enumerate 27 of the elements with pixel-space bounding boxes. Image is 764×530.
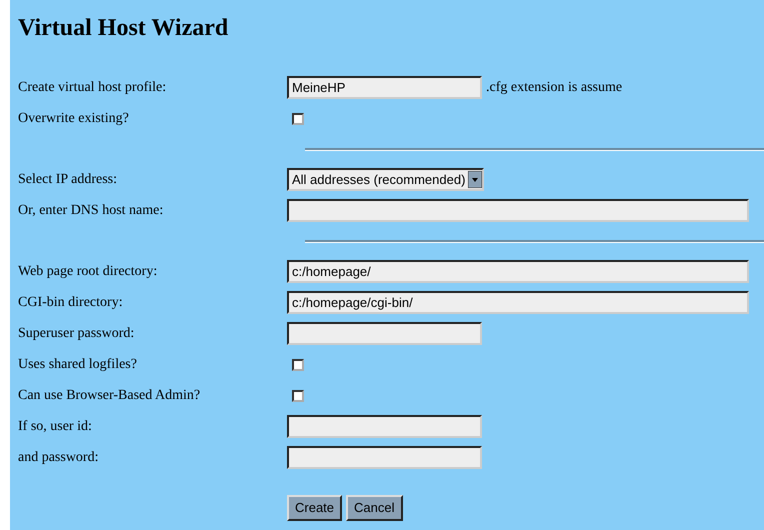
form-button[interactable]: Cancel: [346, 495, 402, 521]
field-label: Or, enter DNS host name:: [18, 202, 164, 220]
text-field[interactable]: [287, 446, 482, 469]
field-label: Select IP address:: [18, 171, 118, 189]
field-label: Can use Browser-Based Admin?: [18, 387, 202, 405]
field-label: Create virtual host profile:: [18, 79, 168, 97]
form-button[interactable]: Create: [287, 495, 342, 521]
ip-address-dropdown[interactable]: All addresses (recommended): [287, 168, 484, 191]
field-label: If so, user id:: [18, 418, 93, 436]
dropdown-arrow-icon: [468, 171, 482, 188]
text-field[interactable]: [287, 199, 749, 222]
text-field[interactable]: MeineHP: [287, 76, 482, 99]
text-field[interactable]: [287, 415, 482, 438]
field-label: Web page root directory:: [18, 263, 158, 281]
field-label: Superuser password:: [18, 325, 136, 343]
text-field[interactable]: c:/homepage/cgi-bin/: [287, 291, 749, 314]
field-label: Uses shared logfiles?: [18, 356, 138, 374]
page-title: Virtual Host Wizard: [18, 14, 230, 42]
checkbox[interactable]: [292, 112, 304, 124]
field-label: CGI-bin directory:: [18, 294, 124, 312]
text-field[interactable]: [287, 322, 482, 345]
field-label: Overwrite existing?: [18, 110, 130, 128]
field-note: .cfg extension is assume: [486, 79, 622, 97]
field-label: and password:: [18, 449, 100, 467]
checkbox[interactable]: [292, 390, 304, 402]
text-field[interactable]: c:/homepage/: [287, 260, 749, 283]
checkbox[interactable]: [292, 358, 304, 370]
